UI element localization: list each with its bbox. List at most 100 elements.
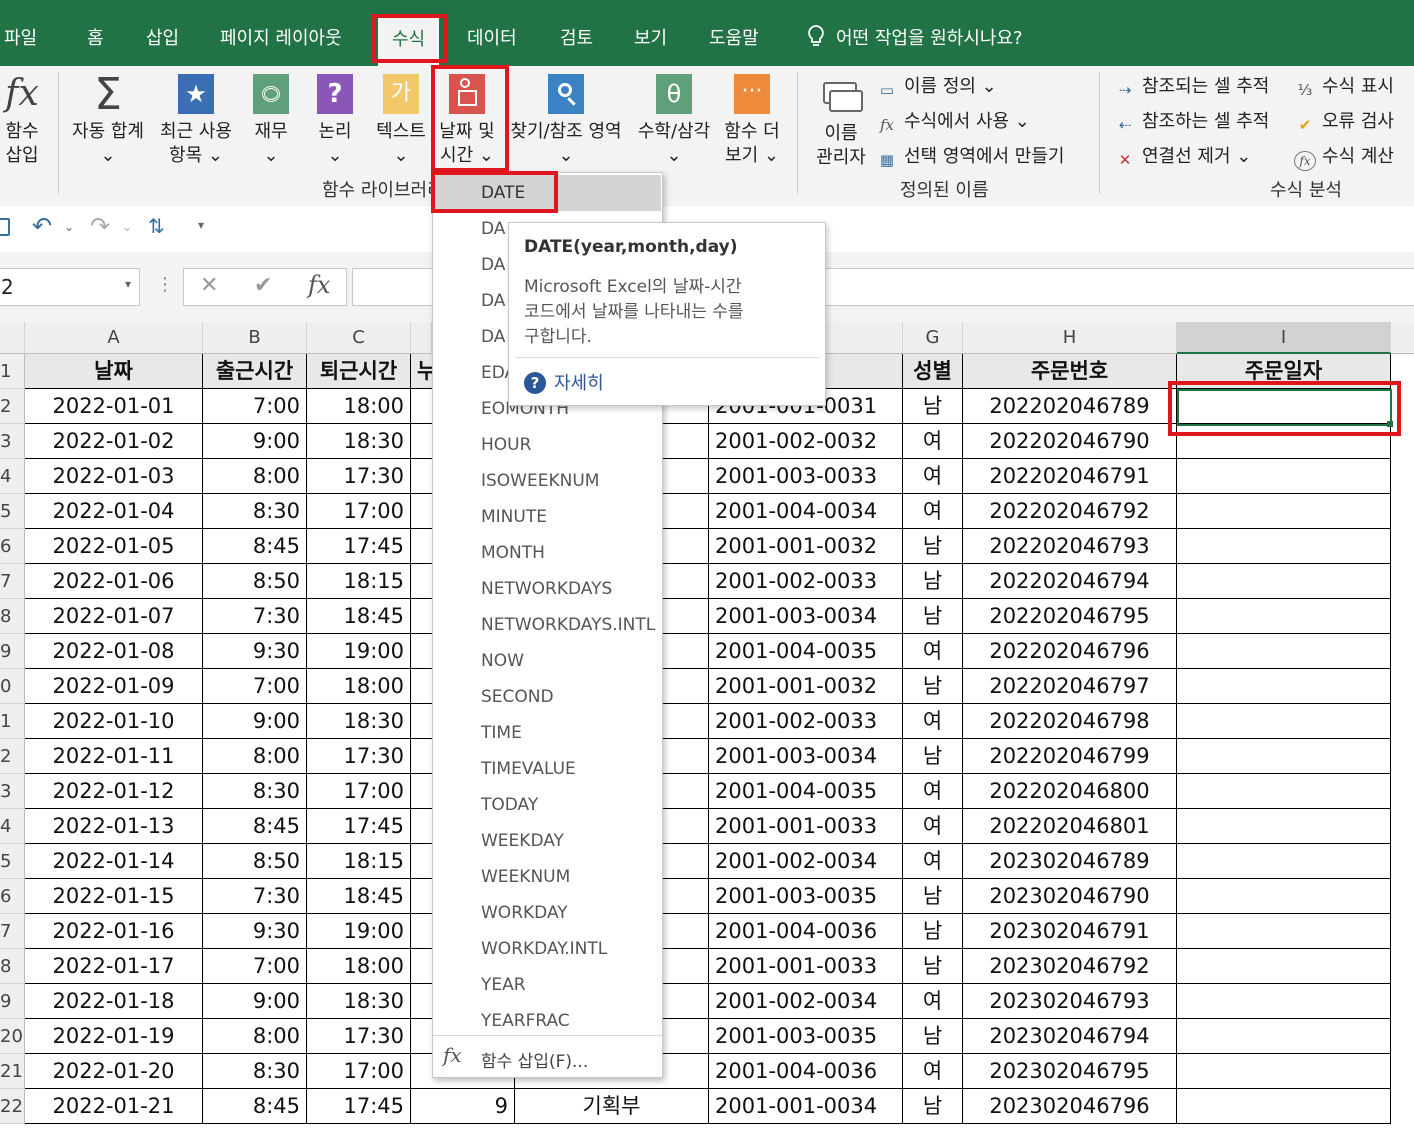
cell-a[interactable]: 2022-01-13 — [25, 809, 203, 844]
cell-b[interactable]: 9:30 — [203, 914, 307, 949]
cell-b[interactable]: 9:30 — [203, 634, 307, 669]
cell-h[interactable]: 202202046801 — [963, 809, 1177, 844]
cell-f[interactable]: 2001-003-0035 — [709, 879, 903, 914]
logical-button[interactable]: ? 논리 ⌄ — [312, 70, 358, 168]
cell-i[interactable] — [1177, 1019, 1391, 1054]
cell-a[interactable]: 2022-01-18 — [25, 984, 203, 1019]
customize-qat-icon[interactable]: ▾ — [198, 218, 204, 232]
cell-g[interactable]: 여 — [903, 634, 963, 669]
cell-c[interactable]: 18:00 — [307, 949, 411, 984]
cell-f[interactable]: 2001-001-0034 — [709, 1089, 903, 1124]
chevron-down-icon[interactable]: ▾ — [125, 277, 131, 291]
cell-h[interactable]: 202302046795 — [963, 1054, 1177, 1089]
cell-f[interactable]: 2001-003-0034 — [709, 739, 903, 774]
cell-f[interactable]: 2001-004-0035 — [709, 634, 903, 669]
lookup-reference-button[interactable]: 찾기/참조 영역 ⌄ — [504, 70, 628, 168]
row-header[interactable]: 6 — [0, 529, 25, 564]
cell-c[interactable]: 17:30 — [307, 459, 411, 494]
name-box[interactable]: 2 ▾ — [0, 268, 140, 306]
dropdown-item[interactable]: YEAR — [481, 975, 526, 995]
cell-b[interactable]: 8:45 — [203, 529, 307, 564]
cell-c[interactable]: 18:00 — [307, 389, 411, 424]
cell-a[interactable]: 2022-01-16 — [25, 914, 203, 949]
column-header-b[interactable]: B — [203, 322, 307, 354]
dropdown-item[interactable]: DA — [481, 255, 505, 275]
cell-i[interactable] — [1177, 844, 1391, 879]
cell-b[interactable]: 7:30 — [203, 879, 307, 914]
row-header[interactable]: 5 — [0, 844, 25, 879]
cell-i[interactable] — [1177, 774, 1391, 809]
cell-f[interactable]: 2001-001-0033 — [709, 949, 903, 984]
cell-g[interactable]: 여 — [903, 809, 963, 844]
dropdown-item[interactable]: DA — [481, 327, 505, 347]
cell-i[interactable] — [1177, 914, 1391, 949]
cell-b[interactable]: 8:00 — [203, 739, 307, 774]
header-cell-a[interactable]: 날짜 — [25, 354, 203, 389]
row-header[interactable]: 4 — [0, 459, 25, 494]
dropdown-item[interactable]: SECOND — [481, 687, 554, 707]
cell-i[interactable] — [1177, 564, 1391, 599]
cell-h[interactable]: 202202046790 — [963, 424, 1177, 459]
undo-dropdown-icon[interactable]: ⌄ — [64, 220, 74, 234]
cell-f[interactable]: 2001-001-0033 — [709, 809, 903, 844]
tab-home[interactable]: 홈 — [87, 24, 104, 50]
cell-b[interactable]: 9:00 — [203, 984, 307, 1019]
cell-f[interactable]: 2001-002-0034 — [709, 984, 903, 1019]
cell-c[interactable]: 17:00 — [307, 1054, 411, 1089]
dropdown-item[interactable]: WEEKNUM — [481, 867, 570, 887]
cell-c[interactable]: 17:45 — [307, 1089, 411, 1124]
cell-f[interactable]: 2001-004-0035 — [709, 774, 903, 809]
cell-g[interactable]: 남 — [903, 1089, 963, 1124]
save-icon[interactable] — [0, 218, 10, 236]
cell-b[interactable]: 8:00 — [203, 1019, 307, 1054]
select-all-corner[interactable] — [0, 322, 25, 354]
sort-icon[interactable]: ⇅ — [148, 214, 165, 238]
error-checking-button[interactable]: ✔ 오류 검사 — [1294, 107, 1394, 136]
row-header[interactable]: 8 — [0, 949, 25, 984]
fill-handle[interactable] — [1387, 421, 1393, 427]
cell-f[interactable]: 2001-002-0033 — [709, 704, 903, 739]
cell-b[interactable]: 8:00 — [203, 459, 307, 494]
cell-c[interactable]: 17:30 — [307, 1019, 411, 1054]
create-from-selection-button[interactable]: ▦ 선택 영역에서 만들기 — [876, 142, 1065, 171]
cell-g[interactable]: 여 — [903, 984, 963, 1019]
cell-f[interactable]: 2001-002-0033 — [709, 564, 903, 599]
dropdown-item[interactable]: DA — [481, 219, 505, 239]
cell-f[interactable]: 2001-002-0034 — [709, 844, 903, 879]
cell-g[interactable]: 남 — [903, 529, 963, 564]
cell-a[interactable]: 2022-01-10 — [25, 704, 203, 739]
dropdown-item[interactable]: MINUTE — [481, 507, 547, 527]
cell-c[interactable]: 17:00 — [307, 774, 411, 809]
tell-me-more-link[interactable]: ? 자세히 — [524, 369, 604, 395]
tab-data[interactable]: 데이터 — [467, 24, 517, 50]
cell-b[interactable]: 8:30 — [203, 1054, 307, 1089]
cell-g[interactable]: 남 — [903, 564, 963, 599]
trace-precedents-button[interactable]: ⇢ 참조되는 셀 추적 — [1114, 72, 1270, 101]
cell-g[interactable]: 여 — [903, 844, 963, 879]
cell-a[interactable]: 2022-01-17 — [25, 949, 203, 984]
cell-a[interactable]: 2022-01-08 — [25, 634, 203, 669]
cell-g[interactable]: 여 — [903, 494, 963, 529]
cell-i[interactable] — [1177, 984, 1391, 1019]
cell-i[interactable] — [1177, 739, 1391, 774]
row-header[interactable]: 8 — [0, 599, 25, 634]
header-cell-g[interactable]: 성별 — [903, 354, 963, 389]
cell-a[interactable]: 2022-01-19 — [25, 1019, 203, 1054]
column-header-c[interactable]: C — [307, 322, 411, 354]
tell-me-search[interactable]: 어떤 작업을 원하시나요? — [806, 24, 1023, 50]
cell-f[interactable]: 2001-004-0036 — [709, 1054, 903, 1089]
cell-c[interactable]: 17:45 — [307, 529, 411, 564]
row-header[interactable]: 2 — [0, 389, 25, 424]
cell-c[interactable]: 19:00 — [307, 914, 411, 949]
cell-i[interactable] — [1177, 669, 1391, 704]
dropdown-item[interactable]: NETWORKDAYS.INTL — [481, 615, 655, 635]
cell-c[interactable]: 17:00 — [307, 494, 411, 529]
cell-g[interactable]: 남 — [903, 879, 963, 914]
cancel-icon[interactable]: ✕ — [200, 273, 218, 298]
row-header[interactable]: 1 — [0, 354, 25, 389]
header-cell-h[interactable]: 주문번호 — [963, 354, 1177, 389]
cell-h[interactable]: 202202046799 — [963, 739, 1177, 774]
use-in-formula-button[interactable]: fx 수식에서 사용 ⌄ — [876, 107, 1030, 136]
dropdown-item[interactable]: WORKDAY.INTL — [481, 939, 607, 959]
row-header[interactable]: 6 — [0, 879, 25, 914]
